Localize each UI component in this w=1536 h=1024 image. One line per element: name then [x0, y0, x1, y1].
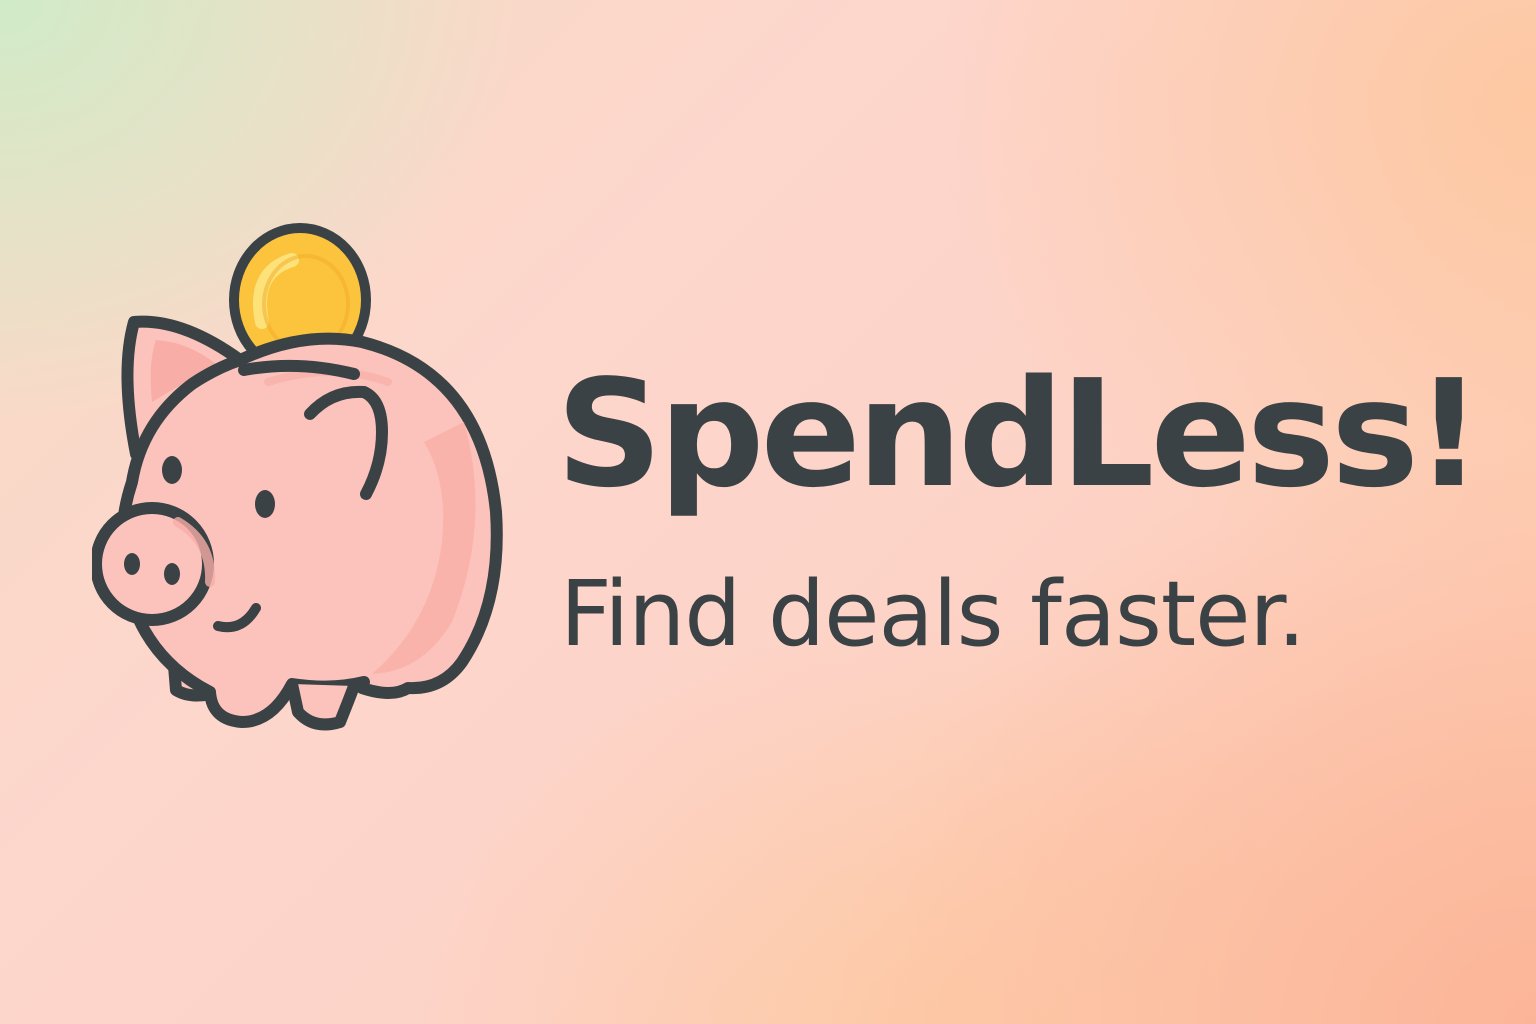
piggy-bank-logo: [92, 222, 512, 742]
pig-leg-front: [286, 682, 360, 731]
brand-name: SpendLess!: [556, 348, 1483, 520]
piggy-bank-icon: [92, 223, 503, 731]
tagline: Find deals faster.: [560, 562, 1306, 667]
pig-eye-right: [255, 490, 275, 518]
pig-eye-left: [162, 456, 182, 484]
pig-snout: [92, 502, 216, 626]
